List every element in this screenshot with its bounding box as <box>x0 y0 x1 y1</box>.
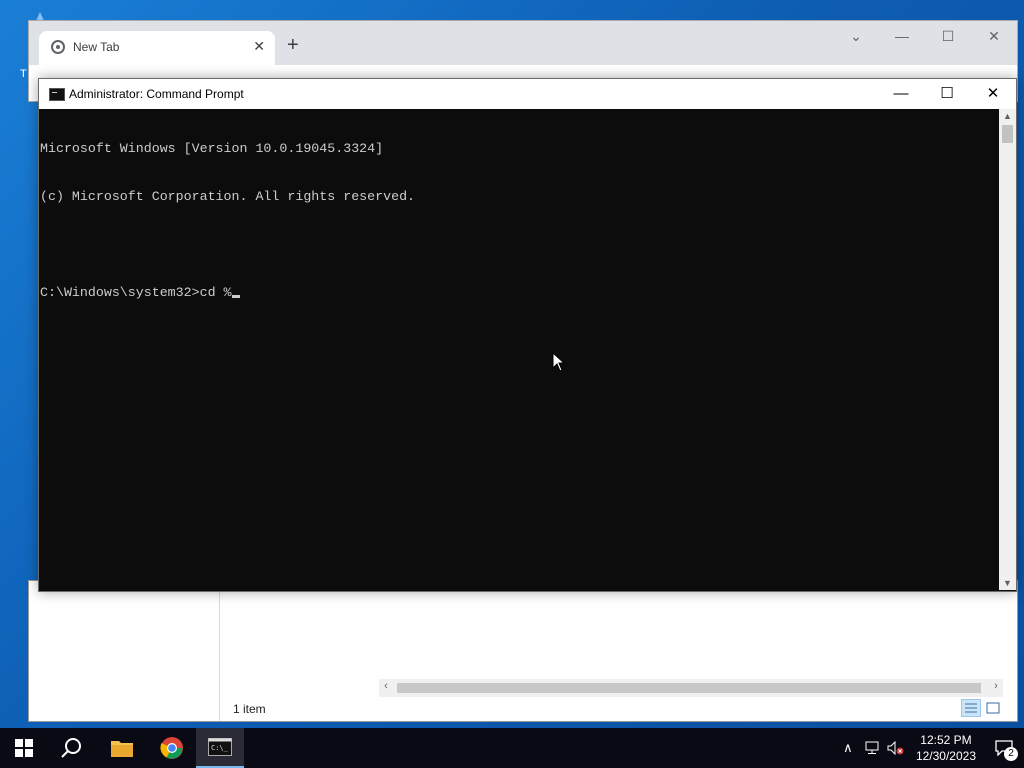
search-button[interactable] <box>48 728 96 768</box>
console-prompt-text: C:\Windows\system32>cd % <box>40 285 232 300</box>
show-hidden-icons-chevron-icon[interactable]: ∧ <box>836 728 860 768</box>
folder-icon <box>111 741 133 757</box>
minimize-button[interactable]: — <box>879 21 925 51</box>
text-cursor <box>231 295 240 298</box>
status-item-count: 1 item <box>233 702 266 716</box>
close-button[interactable]: ✕ <box>971 21 1017 51</box>
cmd-titlebar[interactable]: Administrator: Command Prompt — ☐ ✕ <box>39 79 1016 109</box>
scroll-right-icon[interactable]: › <box>989 680 1003 692</box>
notification-count-badge: 2 <box>1004 747 1018 761</box>
desktop-shortcut-label: T <box>20 68 27 80</box>
system-clock[interactable]: 12:52 PM 12/30/2023 <box>908 732 984 764</box>
explorer-content-pane[interactable] <box>219 581 1004 721</box>
system-tray: ∧ 12:52 PM 12/30/2023 2 <box>836 728 1024 768</box>
command-prompt-window: Administrator: Command Prompt — ☐ ✕ Micr… <box>38 78 1017 592</box>
chrome-favicon-icon <box>51 40 65 54</box>
large-icons-view-icon[interactable] <box>983 699 1003 717</box>
new-tab-button[interactable]: + <box>287 35 299 55</box>
scroll-down-icon[interactable]: ▼ <box>999 578 1016 588</box>
cmd-taskbar-button[interactable]: C:\_ <box>196 728 244 768</box>
windows-logo-icon <box>15 739 33 757</box>
command-prompt-icon: C:\_ <box>208 738 232 756</box>
console-line: Microsoft Windows [Version 10.0.19045.33… <box>40 141 384 156</box>
details-view-icon[interactable] <box>961 699 981 717</box>
cmd-vertical-scrollbar[interactable]: ▲ ▼ <box>999 109 1016 590</box>
svg-text:C:\_: C:\_ <box>211 744 229 752</box>
tab-title: New Tab <box>73 40 120 54</box>
clock-date: 12/30/2023 <box>915 749 976 763</box>
cmd-scrollbar-thumb[interactable] <box>1002 125 1013 143</box>
chrome-taskbar-button[interactable] <box>148 728 196 768</box>
explorer-navigation-pane <box>29 581 219 721</box>
volume-muted-icon[interactable] <box>884 728 908 768</box>
search-icon <box>61 738 81 758</box>
console-line: (c) Microsoft Corporation. All rights re… <box>40 189 416 204</box>
tab-search-dropdown-icon[interactable]: ⌄ <box>833 21 879 51</box>
taskbar: C:\_ ∧ 12:52 PM 12/30/2023 2 <box>0 728 1024 768</box>
scrollbar-thumb[interactable] <box>397 683 981 693</box>
scroll-left-icon[interactable]: ‹ <box>379 680 393 692</box>
vertical-scrollbar[interactable] <box>1003 581 1017 721</box>
chrome-icon <box>160 737 183 759</box>
chrome-window-controls: ⌄ — ☐ ✕ <box>833 21 1017 51</box>
console-prompt-line[interactable]: C:\Windows\system32>cd % <box>40 285 999 301</box>
file-explorer-window: ‹ › 1 item <box>28 580 1018 722</box>
cmd-maximize-button[interactable]: ☐ <box>924 79 970 109</box>
console-output[interactable]: Microsoft Windows [Version 10.0.19045.33… <box>39 109 999 590</box>
file-explorer-taskbar-button[interactable] <box>98 728 146 768</box>
horizontal-scrollbar[interactable]: ‹ › <box>379 679 1003 697</box>
cmd-minimize-button[interactable]: — <box>878 79 924 109</box>
network-icon[interactable] <box>860 728 884 768</box>
scroll-up-icon[interactable]: ▲ <box>999 111 1016 121</box>
tab-close-icon[interactable]: ✕ <box>253 38 265 55</box>
start-button[interactable] <box>0 728 48 768</box>
cmd-window-controls: — ☐ ✕ <box>878 79 1016 109</box>
cmd-close-button[interactable]: ✕ <box>970 79 1016 109</box>
cmd-window-title: Administrator: Command Prompt <box>69 87 244 101</box>
cmd-app-icon[interactable] <box>49 88 65 101</box>
view-toggle-group <box>961 699 1003 717</box>
tab-new-tab[interactable]: New Tab ✕ <box>39 31 275 65</box>
clock-time: 12:52 PM <box>920 733 972 747</box>
maximize-button[interactable]: ☐ <box>925 21 971 51</box>
action-center-button[interactable]: 2 <box>984 728 1024 768</box>
